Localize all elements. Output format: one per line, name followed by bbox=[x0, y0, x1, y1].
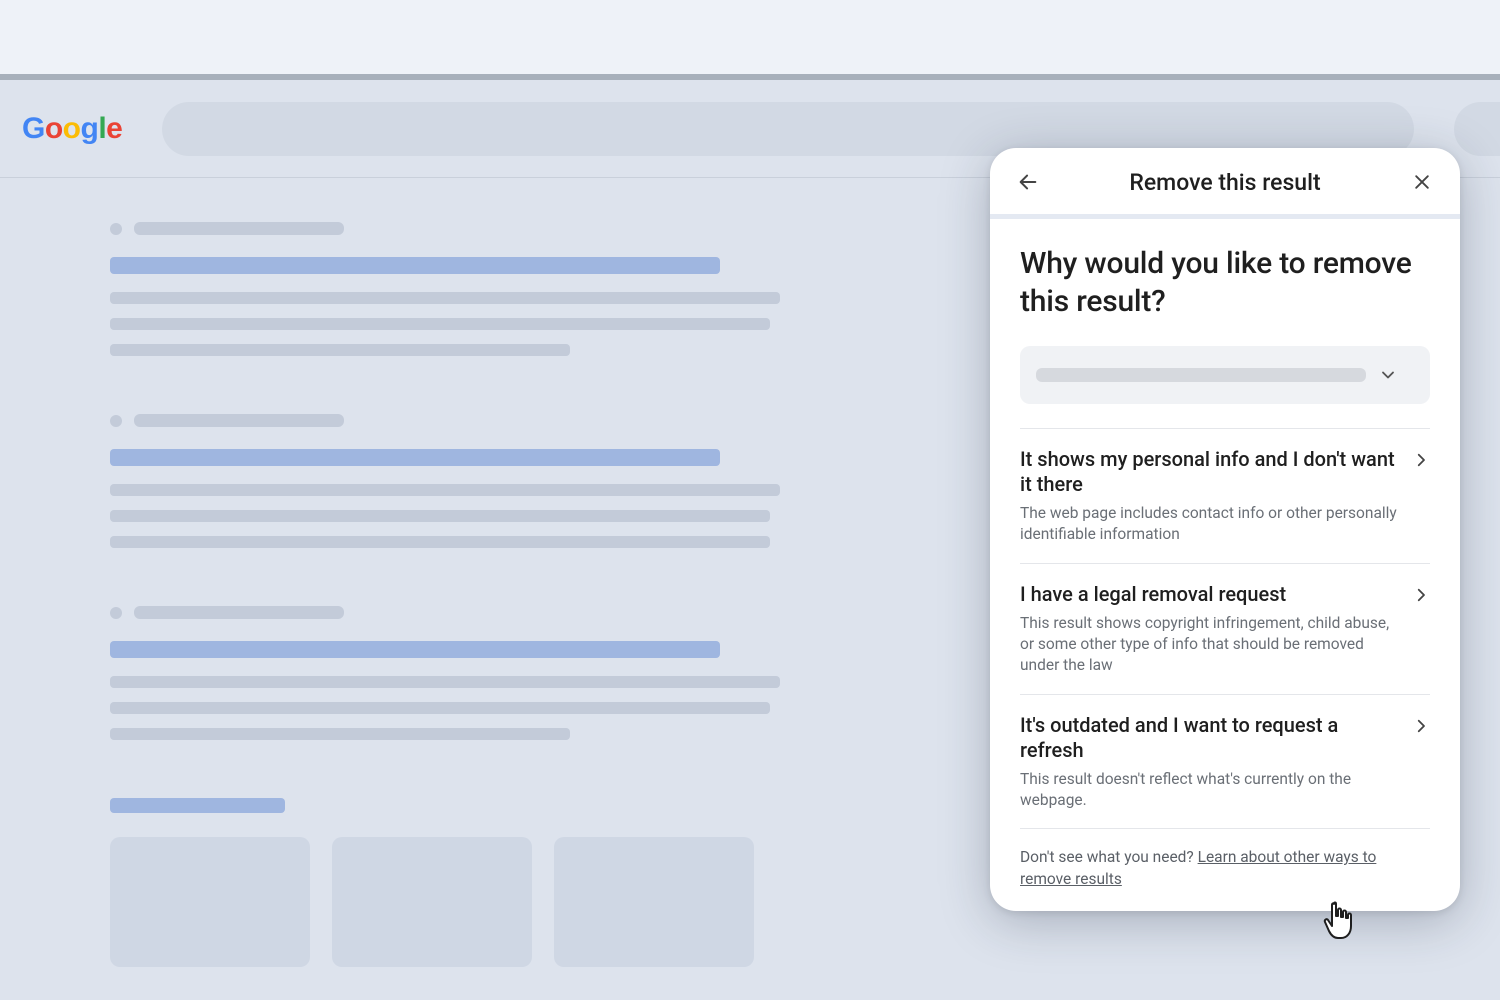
option-personal-info[interactable]: It shows my personal info and I don't wa… bbox=[1020, 428, 1430, 563]
result-item bbox=[110, 606, 900, 740]
option-title: I have a legal removal request bbox=[1020, 582, 1398, 607]
results-area bbox=[0, 178, 900, 967]
card-row bbox=[110, 837, 900, 967]
close-button[interactable] bbox=[1406, 166, 1438, 198]
result-title-placeholder[interactable] bbox=[110, 449, 720, 466]
chevron-down-icon bbox=[1378, 365, 1398, 385]
snippet-line bbox=[110, 676, 780, 688]
favicon-placeholder bbox=[110, 223, 122, 235]
arrow-left-icon bbox=[1017, 171, 1039, 193]
url-placeholder bbox=[134, 222, 344, 235]
remove-result-dialog: Remove this result Why would you like to… bbox=[990, 148, 1460, 911]
footer-prefix: Don't see what you need? bbox=[1020, 848, 1198, 866]
back-button[interactable] bbox=[1012, 166, 1044, 198]
result-item bbox=[110, 798, 900, 967]
favicon-placeholder bbox=[110, 415, 122, 427]
snippet-line bbox=[110, 728, 570, 740]
card-placeholder[interactable] bbox=[332, 837, 532, 967]
card-placeholder[interactable] bbox=[554, 837, 754, 967]
reason-dropdown[interactable] bbox=[1020, 346, 1430, 404]
snippet-line bbox=[110, 484, 780, 496]
dialog-title: Remove this result bbox=[1129, 169, 1320, 196]
dialog-question: Why would you like to remove this result… bbox=[1020, 245, 1430, 320]
close-icon bbox=[1412, 172, 1432, 192]
search-page: Google bbox=[0, 80, 1500, 1000]
url-placeholder bbox=[134, 414, 344, 427]
result-meta bbox=[110, 414, 900, 427]
snippet-line bbox=[110, 702, 770, 714]
option-title: It's outdated and I want to request a re… bbox=[1020, 713, 1398, 763]
result-title-placeholder[interactable] bbox=[110, 641, 720, 658]
result-meta bbox=[110, 606, 900, 619]
snippet-line bbox=[110, 292, 780, 304]
option-desc: This result doesn't reflect what's curre… bbox=[1020, 769, 1398, 811]
result-item bbox=[110, 414, 900, 548]
section-heading-placeholder bbox=[110, 798, 285, 813]
snippet-line bbox=[110, 318, 770, 330]
result-item bbox=[110, 222, 900, 356]
chevron-right-icon bbox=[1412, 713, 1430, 811]
snippet-line bbox=[110, 344, 570, 356]
result-title-placeholder[interactable] bbox=[110, 257, 720, 274]
favicon-placeholder bbox=[110, 607, 122, 619]
dialog-body: Why would you like to remove this result… bbox=[990, 219, 1460, 911]
dialog-header: Remove this result bbox=[990, 148, 1460, 214]
snippet-line bbox=[110, 536, 770, 548]
card-placeholder[interactable] bbox=[110, 837, 310, 967]
result-meta bbox=[110, 222, 900, 235]
dialog-footer: Don't see what you need? Learn about oth… bbox=[1020, 828, 1430, 890]
url-placeholder bbox=[134, 606, 344, 619]
account-button-stub[interactable] bbox=[1454, 102, 1500, 156]
option-desc: This result shows copyright infringement… bbox=[1020, 613, 1398, 676]
chevron-right-icon bbox=[1412, 582, 1430, 676]
option-title: It shows my personal info and I don't wa… bbox=[1020, 447, 1398, 497]
option-desc: The web page includes contact info or ot… bbox=[1020, 503, 1398, 545]
option-outdated[interactable]: It's outdated and I want to request a re… bbox=[1020, 694, 1430, 829]
dropdown-placeholder bbox=[1036, 368, 1366, 382]
google-logo[interactable]: Google bbox=[22, 112, 122, 146]
outer-band bbox=[0, 0, 1500, 74]
snippet-line bbox=[110, 510, 770, 522]
option-legal-request[interactable]: I have a legal removal request This resu… bbox=[1020, 563, 1430, 694]
chevron-right-icon bbox=[1412, 447, 1430, 545]
